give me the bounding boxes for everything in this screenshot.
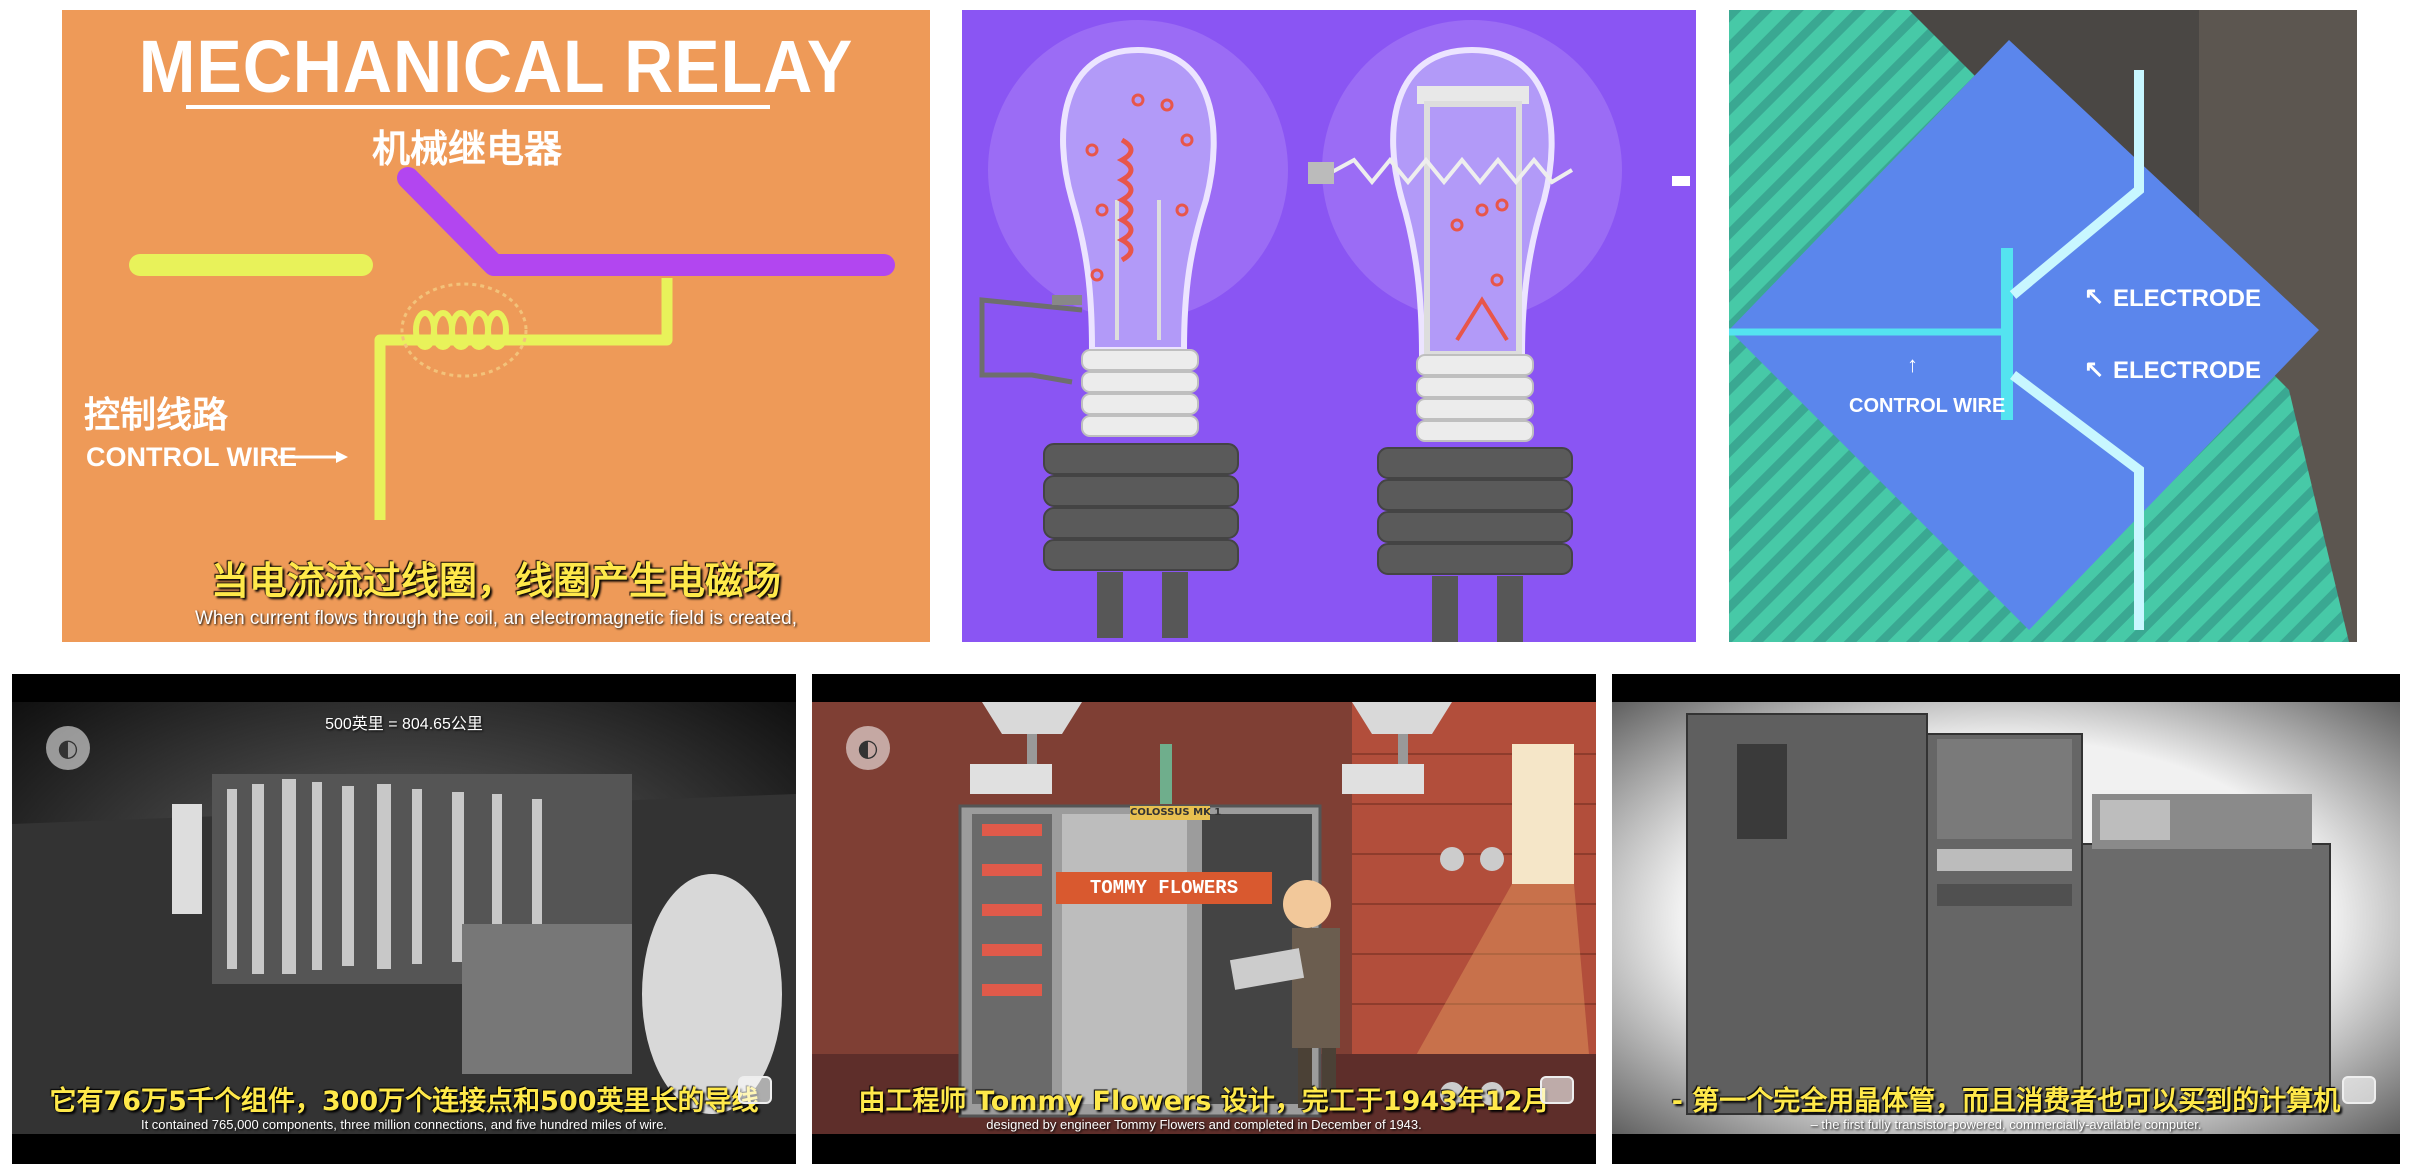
electrode-label-1: ELECTRODE: [2113, 285, 2262, 312]
relay-title-cn: 机械继电器: [372, 127, 563, 171]
subtitle-en: – the first fully transistor-powered, co…: [1810, 1117, 2202, 1132]
tommy-flowers-banner: TOMMY FLOWERS: [1089, 877, 1239, 899]
subtitle-en: It contained 765,000 components, three m…: [140, 1117, 668, 1132]
cabinet-left: [1686, 713, 1928, 1115]
control-wire-label: CONTROL WIRE: [1849, 395, 2006, 417]
harvard-video-panel: ◐ 500英里 = 804.65公里 它有76万5千个组件，300万个连接点和5…: [12, 674, 796, 1164]
bulb-illustration: [979, 20, 1690, 642]
machine-label: COLOSSUS MK 1: [1130, 807, 1222, 818]
subtitle-cn: 当电流流过线圈，线圈产生电磁场: [210, 559, 781, 603]
control-wire-label: CONTROL WIRE: [86, 442, 297, 472]
bulbs-panel: [962, 10, 1696, 642]
subtitle-en: designed by engineer Tommy Flowers and c…: [986, 1117, 1422, 1132]
relay-title: MECHANICAL RELAY: [138, 25, 854, 108]
conversion-note: 500英里 = 804.65公里: [325, 716, 483, 733]
transistor-panel: ↖ ↖ ELECTRODE ELECTRODE ↑ CONTROL WIRE: [1729, 10, 2357, 642]
video-icon[interactable]: [1540, 1076, 1574, 1104]
purple-switch-arm: [397, 167, 895, 276]
person-left: [172, 804, 202, 914]
arrow-pointer-1: ↖: [2084, 283, 2105, 310]
control-wire-cn-label: 控制线路: [84, 395, 229, 436]
console: [2081, 843, 2331, 1115]
video-icon[interactable]: [2342, 1076, 2376, 1104]
subtitle-cn: 由工程师 Tommy Flowers 设计，完工于1943年12月: [858, 1086, 1550, 1117]
subtitle-cn: - 第一个完全用晶体管，而且消费者也可以买到的计算机: [1671, 1086, 2341, 1117]
relay-panel: MECHANICAL RELAY 机械继电器 控制线路 CONTROL WIRE…: [62, 10, 930, 642]
electrode-label-2: ELECTRODE: [2113, 357, 2262, 384]
colossus-video-panel: ◐ COLOSSUS MK 1 TOMMY FLOWERS 由工程师 Tommy…: [812, 674, 1596, 1164]
up-arrow: ↑: [1907, 352, 1918, 377]
statue: [1160, 744, 1172, 804]
pbs-logo-icon: ◐: [846, 726, 890, 770]
subtitle-en: When current flows through the coil, an …: [195, 608, 797, 629]
subtitle-cn: 它有76万5千个组件，300万个连接点和500英里长的导线: [49, 1086, 759, 1117]
video-icon[interactable]: [738, 1076, 772, 1104]
transistor-diagram: [1729, 10, 2357, 642]
ibm-video-panel: - 第一个完全用晶体管，而且消费者也可以买到的计算机 – the first f…: [1612, 674, 2400, 1164]
arrow-pointer-2: ↖: [2084, 356, 2105, 383]
